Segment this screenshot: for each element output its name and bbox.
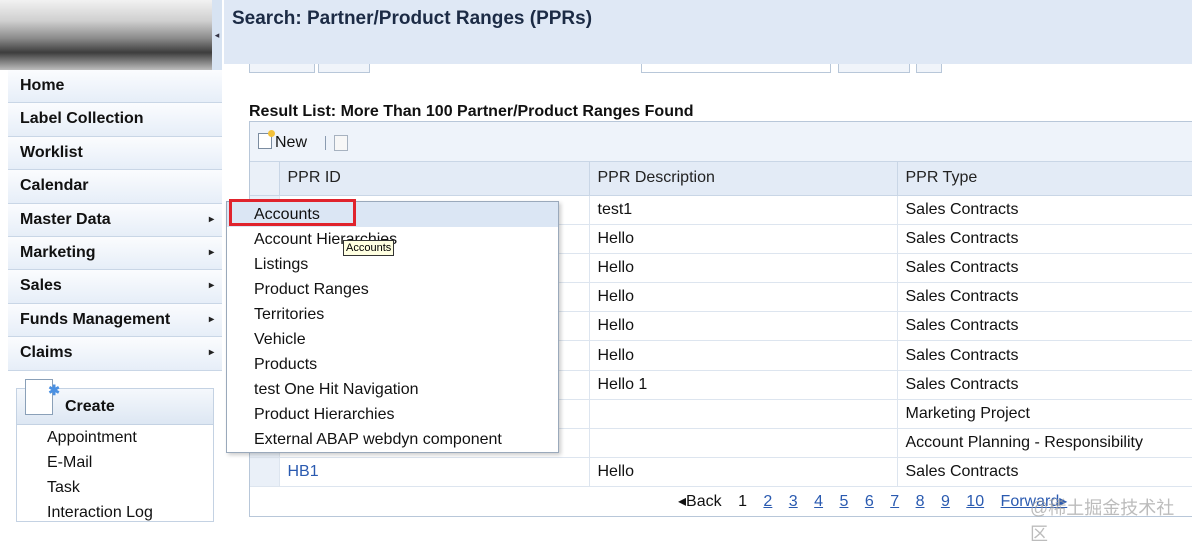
pager-page-link[interactable]: 4 <box>814 493 823 510</box>
create-appointment-link[interactable]: Appointment <box>17 425 213 450</box>
watermark: @稀土掘金技术社区 <box>1030 498 1175 544</box>
pager-page-link[interactable]: 3 <box>789 493 798 510</box>
menu-item-products[interactable]: Products <box>227 352 558 377</box>
create-email-link[interactable]: E-Mail <box>17 450 213 475</box>
search-button-stub[interactable] <box>249 64 315 73</box>
ppr-description: Hello <box>589 457 898 488</box>
create-interaction-log-link[interactable]: Interaction Log <box>17 500 213 525</box>
pager-back-button[interactable]: ◂Back <box>678 493 722 510</box>
ppr-type: Sales Contracts <box>897 340 1192 371</box>
create-header: Create <box>17 372 213 425</box>
tooltip: Accounts <box>343 240 395 256</box>
page-title: Search: Partner/Product Ranges (PPRs) <box>232 8 593 29</box>
ppr-id-link[interactable]: HB1 <box>279 457 590 488</box>
menu-item-territories[interactable]: Territories <box>227 302 558 327</box>
create-task-link[interactable]: Task <box>17 475 213 500</box>
clear-button-stub[interactable] <box>318 64 370 73</box>
row-selector[interactable] <box>250 457 280 488</box>
ppr-type: Sales Contracts <box>897 311 1192 342</box>
nav-item-marketing[interactable]: Marketing ▸ <box>8 236 222 271</box>
ppr-description: test1 <box>589 195 898 225</box>
nav-item-calendar[interactable]: Calendar <box>8 170 222 204</box>
pager-page-link[interactable]: 7 <box>890 493 899 510</box>
search-field-stub[interactable] <box>641 64 831 73</box>
nav-item-worklist[interactable]: Worklist <box>8 136 222 171</box>
new-icon <box>258 130 275 149</box>
ppr-type: Sales Contracts <box>897 370 1192 400</box>
nav-item-funds-management[interactable]: Funds Management ▸ <box>8 303 222 338</box>
ppr-type: Sales Contracts <box>897 457 1192 488</box>
ppr-type: Sales Contracts <box>897 195 1192 225</box>
ppr-description: Hello <box>589 253 898 284</box>
ppr-type: Marketing Project <box>897 399 1192 430</box>
pager-page-link[interactable]: 2 <box>763 493 772 510</box>
copy-icon[interactable] <box>334 135 348 151</box>
ppr-type: Sales Contracts <box>897 224 1192 254</box>
chevron-right-icon: ▸ <box>208 313 214 325</box>
ppr-description <box>589 428 898 459</box>
save-search-button-stub[interactable] <box>838 64 910 73</box>
nav-item-label-collection[interactable]: Label Collection <box>8 103 222 137</box>
chevron-right-icon: ▸ <box>208 246 214 258</box>
table-header-row: PPR ID PPR Description PPR Type <box>250 162 1192 196</box>
menu-item-test-one-hit-navigation[interactable]: test One Hit Navigation <box>227 377 558 402</box>
menu-item-product-hierarchies[interactable]: Product Hierarchies <box>227 402 558 427</box>
ppr-description: Hello 1 <box>589 370 898 400</box>
pager-page-link[interactable]: 8 <box>916 493 925 510</box>
ppr-description: Hello <box>589 224 898 254</box>
ppr-description <box>589 399 898 430</box>
pager-current-page: 1 <box>738 493 747 510</box>
company-logo-image <box>0 0 222 70</box>
annotation-highlight-box <box>229 199 356 226</box>
ppr-type: Sales Contracts <box>897 282 1192 313</box>
pager-page-link[interactable]: 6 <box>865 493 874 510</box>
nav-item-claims[interactable]: Claims ▸ <box>8 337 222 371</box>
toolbar-divider <box>325 136 326 150</box>
chevron-right-icon: ▸ <box>208 347 214 359</box>
ppr-description: Hello <box>589 282 898 313</box>
column-header-ppr-type[interactable]: PPR Type <box>897 162 1192 196</box>
column-header-ppr-id[interactable]: PPR ID <box>279 162 590 196</box>
new-document-icon <box>25 372 60 415</box>
go-button-stub[interactable] <box>916 64 942 73</box>
collapse-nav-icon[interactable]: ◂ <box>212 0 222 70</box>
ppr-description: Hello <box>589 311 898 342</box>
page-header: Search: Partner/Product Ranges (PPRs) <box>224 0 1192 64</box>
nav-item-sales[interactable]: Sales ▸ <box>8 270 222 304</box>
select-all-cell[interactable] <box>250 162 280 196</box>
pager-page-link[interactable]: 9 <box>941 493 950 510</box>
new-button[interactable]: New <box>258 130 307 152</box>
pagination: ◂Back 1 2 3 4 5 6 7 8 9 10 Forward▸ <box>678 491 1079 511</box>
ppr-type: Sales Contracts <box>897 253 1192 284</box>
column-header-ppr-description[interactable]: PPR Description <box>589 162 898 196</box>
menu-item-vehicle[interactable]: Vehicle <box>227 327 558 352</box>
nav-item-home[interactable]: Home <box>8 70 222 104</box>
navigation-bar: Home Label Collection Worklist Calendar … <box>8 70 222 371</box>
pager-page-link[interactable]: 5 <box>840 493 849 510</box>
result-toolbar: New <box>250 122 1192 162</box>
create-panel: Create Appointment E-Mail Task Interacti… <box>16 372 214 525</box>
chevron-right-icon: ▸ <box>208 213 214 225</box>
menu-item-product-ranges[interactable]: Product Ranges <box>227 277 558 302</box>
result-list-title: Result List: More Than 100 Partner/Produ… <box>249 103 694 120</box>
nav-item-master-data[interactable]: Master Data ▸ <box>8 203 222 237</box>
ppr-type: Account Planning - Responsibility <box>897 428 1192 459</box>
master-data-submenu: Accounts Account Hierarchies Listings Pr… <box>226 201 559 453</box>
table-row[interactable]: HB1 Hello Sales Contracts <box>250 457 1192 488</box>
pager-page-link[interactable]: 10 <box>966 493 984 510</box>
ppr-description: Hello <box>589 340 898 371</box>
chevron-right-icon: ▸ <box>208 280 214 292</box>
menu-item-external-abap-webdyn-component[interactable]: External ABAP webdyn component <box>227 427 558 452</box>
